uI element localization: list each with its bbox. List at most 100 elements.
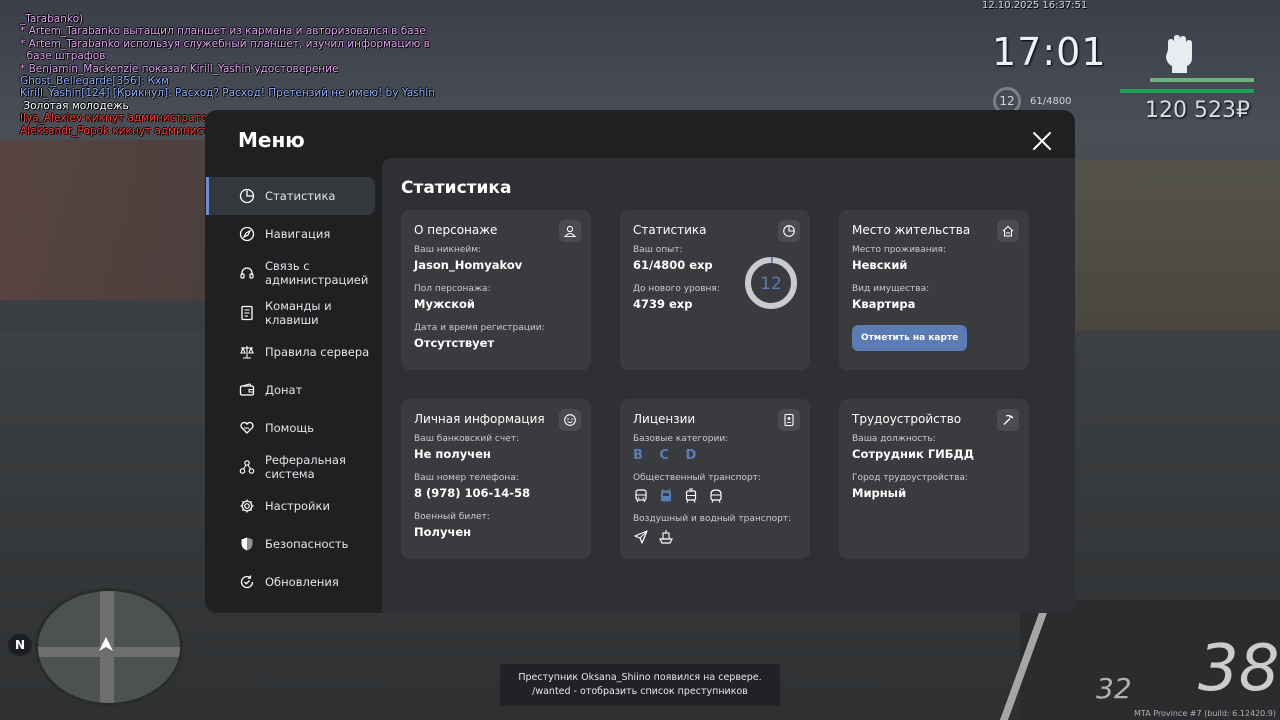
pie-chart-icon [239,188,255,204]
sidebar-item-updates[interactable]: Обновления [206,563,375,601]
notice-line: Преступник Oksana_Shiino появился на сер… [518,672,762,683]
sidebar-item-rules[interactable]: Правила сервера [206,333,375,371]
player-arrow-icon [99,637,113,651]
sidebar-item-label: Связь с администрацией [265,259,369,287]
air-water-transport-icons [633,529,797,545]
card-title: Лицензии [633,412,696,426]
mark-on-map-button[interactable]: Отметить на карте [852,325,968,351]
user-icon [559,220,581,242]
license-categories: B C D [633,448,703,463]
chat-line: * Artem_Tarabanko используя служебный пл… [20,37,430,50]
licenses-card: Лицензии Базовые категории: B C D Общест… [620,399,810,559]
minimap [35,588,183,706]
property-type-value: Квартира [852,297,916,311]
residence-place-value: Невский [852,258,908,272]
page-title: Статистика [401,178,512,198]
sidebar-item-label: Обновления [265,575,339,589]
chat-line: _Tarabanko) [20,13,84,25]
field-label: Ваша должность: [852,434,936,444]
hud-datetime: 12.10.2025 16:37:51 [982,0,1088,11]
employment-card: Трудоустройство Ваша должность: Сотрудни… [839,399,1029,559]
background-building-right [1075,160,1280,350]
sidebar-item-settings[interactable]: Настройки [206,487,375,525]
personal-info-card: Личная информация Ваш банковский счет: Н… [401,399,591,559]
field-label: Вид имущества: [852,284,930,294]
sidebar-item-contact-admin[interactable]: Связь с администрацией [206,253,375,293]
smile-icon [559,409,581,431]
level-progress-ring: 12 [745,257,797,309]
field-label: Общественный транспорт: [633,473,761,483]
sidebar-item-label: Безопасность [265,537,349,551]
job-position-value: Сотрудник ГИБДД [852,447,975,461]
server-notice: Преступник Oksana_Shiino появился на сер… [500,664,780,706]
heart-hand-icon [240,421,254,434]
military-ticket-value: Получен [414,525,472,539]
armor-bar [1120,89,1254,93]
fuel-readout: 32 [1096,672,1132,705]
sidebar-item-referral[interactable]: Реферальная система [206,447,375,487]
chat-line: * Benjamin_Mackenzie показал Kirill_Yash… [20,62,339,75]
trolleybus-icon [661,488,671,502]
menu-sidebar: Статистика Навигация Связь с администрац… [205,177,381,601]
registration-value: Отсутствует [414,336,495,350]
sidebar-item-label: Команды и клавиши [265,299,332,327]
sidebar-item-label: Настройки [265,499,330,513]
document-icon [241,305,253,321]
gear-icon [240,499,254,513]
headset-icon [240,267,254,279]
character-card: О персонаже Ваш никнейм: Jason_Homyakov … [401,210,591,370]
speed-readout: 38 [1198,632,1280,706]
sidebar-item-help[interactable]: Помощь [206,409,375,447]
sidebar-item-security[interactable]: Безопасность [206,525,375,563]
id-card-icon [778,409,800,431]
card-title: О персонаже [414,223,498,237]
residence-card: Место жительства Место проживания: Невск… [839,210,1029,370]
sidebar-item-label: Донат [265,383,303,397]
job-city-value: Мирный [852,486,907,500]
close-icon[interactable] [1031,130,1053,152]
bus-icon [635,489,647,502]
chat-line: Kirill_Yashin[124] [Крикнул]: Расход? Ра… [20,87,435,100]
sidebar-item-label: Правила сервера [265,345,370,359]
field-label: Место проживания: [852,245,946,255]
bank-account-value: Не получен [414,447,491,461]
field-label: Ваш банковский счет: [414,434,520,444]
plane-icon [634,530,648,544]
card-title: Трудоустройство [852,412,962,426]
field-label: Дата и время регистрации: [414,323,545,333]
background-building-left [0,140,210,300]
gender-value: Мужской [414,297,475,311]
field-label: Город трудоустройства: [852,473,968,483]
chat-line: Ghost_Bellegarde[356]: Кхм [20,75,170,88]
nickname-value: Jason_Homyakov [414,258,523,272]
field-label: Военный билет: [414,512,490,522]
statistics-card: Статистика Ваш опыт: 61/4800 exp До ново… [620,210,810,370]
pie-chart-icon [778,220,800,242]
phone-value: 8 (978) 106-14-58 [414,486,531,500]
chat-line: базе штрафов [20,50,106,63]
compass-icon [239,226,255,242]
wallet-icon [239,383,255,396]
field-label: Ваш номер телефона: [414,473,519,483]
sidebar-item-donate[interactable]: Донат [206,371,375,409]
sidebar-item-navigation[interactable]: Навигация [206,215,375,253]
card-title: Личная информация [414,412,545,426]
sidebar-item-commands[interactable]: Команды и клавиши [206,293,375,333]
refresh-check-icon [240,575,254,589]
sidebar-item-statistics[interactable]: Статистика [206,177,375,215]
menu-title: Меню [238,128,305,152]
sidebar-item-label: Помощь [265,421,315,435]
shield-icon [241,537,253,551]
hud-clock: 17:01 [992,30,1107,74]
level-number: 12 [760,274,782,294]
sidebar-item-label: Статистика [265,189,336,203]
health-bar [1150,78,1254,82]
tram-icon [685,488,697,503]
main-menu-window: Меню Статистика Навигация Связь с админи… [205,110,1075,613]
chat-line: * Artem_Tarabanko вытащил планшет из кар… [20,25,426,38]
minimap-north-marker: N [8,634,32,656]
field-label: Базовые категории: [633,434,729,444]
field-label: Ваш никнейм: [414,245,482,255]
build-info: MTA Province #7 (build: 6.12420.9) [1134,709,1276,718]
sidebar-item-label: Навигация [265,227,331,241]
